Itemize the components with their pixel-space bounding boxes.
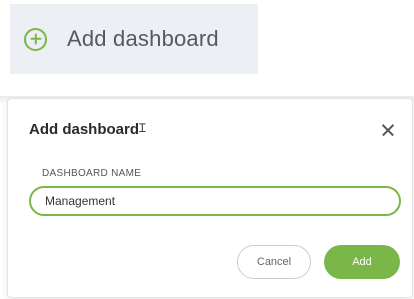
dashboard-name-input[interactable]	[29, 186, 401, 216]
dashboard-name-label: DASHBOARD NAME	[42, 168, 142, 179]
add-dashboard-button[interactable]: Add dashboard	[10, 4, 258, 74]
dialog-title: Add dashboard	[29, 121, 140, 138]
add-button[interactable]: Add	[324, 245, 400, 279]
cancel-button[interactable]: Cancel	[237, 245, 311, 279]
text-cursor-icon: Ɪ	[139, 121, 146, 135]
plus-circle-icon	[24, 27, 47, 51]
close-icon[interactable]	[380, 122, 396, 138]
add-dashboard-label: Add dashboard	[67, 26, 219, 51]
add-dashboard-dialog: Add dashboard Ɪ DASHBOARD NAME Cancel Ad…	[8, 99, 412, 297]
